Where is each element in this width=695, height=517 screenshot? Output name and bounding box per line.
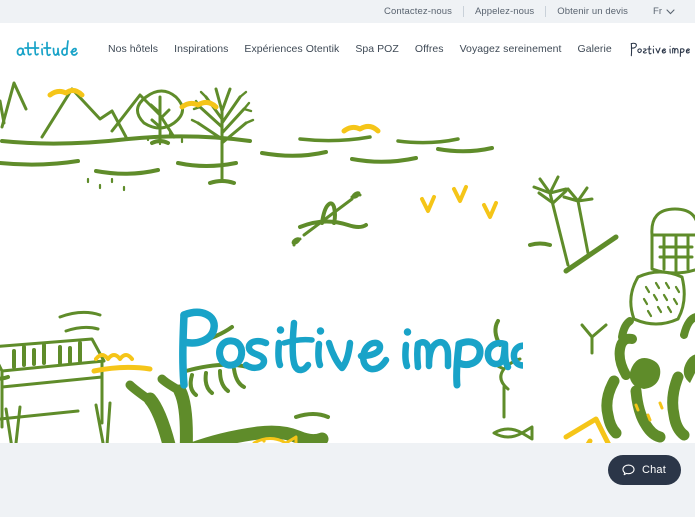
- nav-link-voyagez-sereinement[interactable]: Voyagez sereinement: [452, 43, 570, 55]
- nav-link-spa-poz[interactable]: Spa POZ: [347, 43, 407, 55]
- nav-links: Nos hôtels Inspirations Expériences Oten…: [100, 39, 695, 59]
- language-selector[interactable]: Fr: [639, 6, 679, 17]
- nav-link-positive-impact[interactable]: [620, 39, 695, 59]
- nav-link-inspirations[interactable]: Inspirations: [166, 43, 236, 55]
- topbar-link-contact[interactable]: Contactez-nous: [373, 7, 463, 17]
- topbar-link-call[interactable]: Appelez-nous: [464, 7, 545, 17]
- hero-banner: Positive impact: [0, 75, 695, 443]
- positive-impact-script-icon: [630, 42, 690, 57]
- nav-link-nos-hotels[interactable]: Nos hôtels: [100, 43, 166, 55]
- chat-button-label: Chat: [641, 464, 666, 476]
- speech-bubble-icon: [622, 464, 635, 475]
- language-selector-label: Fr: [653, 6, 662, 17]
- chat-button[interactable]: Chat: [607, 455, 681, 485]
- main-navigation: Nos hôtels Inspirations Expériences Oten…: [0, 23, 695, 75]
- topbar-link-quote[interactable]: Obtenir un devis: [546, 7, 639, 17]
- footer-strip: Chat: [0, 443, 695, 517]
- nav-link-galerie[interactable]: Galerie: [570, 43, 620, 55]
- nav-link-experiences-otentik[interactable]: Expériences Otentik: [236, 43, 347, 55]
- top-utility-bar: Contactez-nous Appelez-nous Obtenir un d…: [0, 0, 695, 23]
- positive-impact-doodle-illustration: [0, 81, 695, 443]
- chevron-down-icon: [666, 8, 675, 14]
- attitude-logo[interactable]: [16, 34, 82, 64]
- nav-link-offres[interactable]: Offres: [407, 43, 452, 55]
